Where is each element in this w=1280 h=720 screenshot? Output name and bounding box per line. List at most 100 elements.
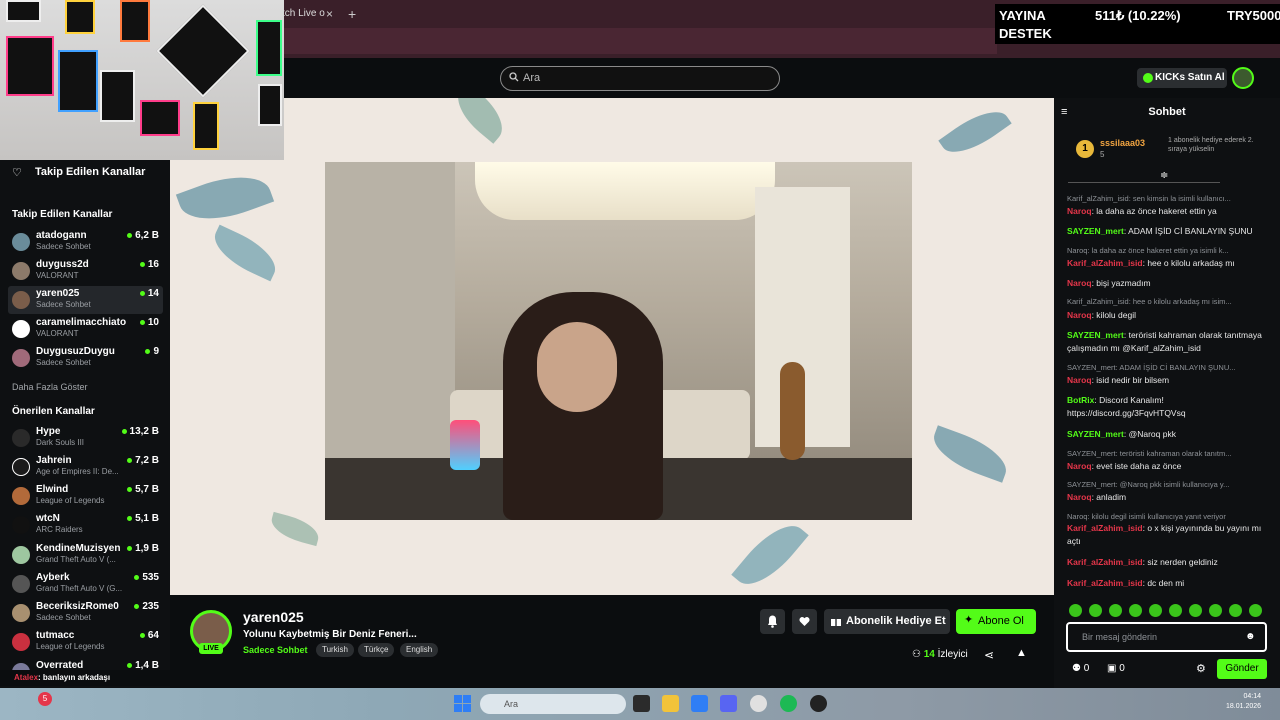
viewer-count: 9 — [145, 346, 159, 357]
poster — [120, 0, 150, 42]
user-avatar[interactable] — [1232, 67, 1254, 89]
emote-icon[interactable] — [1109, 604, 1122, 617]
sidebar-item-atadogann[interactable]: atadogann Sadece Sohbet 6,2 B — [8, 228, 163, 256]
leaf-decoration — [206, 224, 284, 282]
new-tab-icon[interactable]: + — [348, 4, 356, 24]
task-view-icon[interactable] — [633, 695, 650, 712]
gift-leaderboard: 1 sssilaaa03 5 1 abonelik hediye ederek … — [1070, 134, 1270, 176]
viewer-count: 13,2 B — [121, 426, 159, 437]
emote-icon[interactable] — [1089, 604, 1102, 617]
sidebar-item-hype[interactable]: Hype Dark Souls III 13,2 B — [8, 424, 163, 452]
avatar — [12, 262, 30, 280]
sidebar-item-yaren025[interactable]: yaren025 Sadece Sohbet 14 — [8, 286, 163, 314]
overlay-line1: YAYINA — [999, 8, 1046, 23]
report-icon[interactable]: ▲ — [1016, 647, 1027, 659]
chat-settings-gear-icon[interactable]: ⚙ — [1196, 662, 1206, 675]
chrome-icon[interactable] — [750, 695, 767, 712]
kicks-balance[interactable]: ⚉ 0 — [1072, 663, 1089, 674]
emote-icon[interactable] — [1189, 604, 1202, 617]
chat-panel — [1054, 98, 1280, 688]
emoji-icon[interactable]: ☻ — [1245, 631, 1256, 642]
follow-button[interactable] — [792, 609, 817, 634]
emote-icon[interactable] — [1249, 604, 1262, 617]
taskbar-search[interactable]: Ara — [480, 694, 626, 714]
viewer-count: 64 — [139, 630, 159, 641]
notification-bell-button[interactable] — [760, 609, 785, 634]
live-dot-icon — [134, 603, 140, 609]
sidebar-item-ayberk[interactable]: Ayberk Grand Theft Auto V (G... 535 — [8, 570, 163, 598]
poster — [140, 100, 180, 136]
avatar — [12, 546, 30, 564]
store-icon[interactable] — [691, 695, 708, 712]
live-dot-icon — [134, 574, 140, 580]
channel-category: Sadece Sohbet — [36, 242, 91, 251]
sidebar-item-beceriksizrome0[interactable]: BeceriksizRome0 Sadece Sohbet 235 — [8, 599, 163, 627]
viewer-count: 1,9 B — [127, 543, 159, 554]
show-more-link[interactable]: Daha Fazla Göster — [12, 382, 88, 392]
clock-date: 18.01.2026 — [1226, 703, 1262, 710]
chat-message: Karif_alZahim_isid: hee o kilolu arkadaş… — [1067, 258, 1235, 268]
viewer-count: 5,1 B — [127, 513, 159, 524]
leaf-decoration — [938, 100, 1012, 164]
share-icon[interactable]: ⋖ — [984, 648, 994, 662]
chat-overlay-strip: Atalex: banlayın arkadaşı — [0, 670, 362, 686]
discord-icon[interactable] — [720, 695, 737, 712]
channel-category: ARC Raiders — [36, 525, 83, 534]
tag-turkce[interactable]: Türkçe — [358, 643, 395, 657]
avatar — [12, 604, 30, 622]
leaf-decoration — [447, 98, 513, 144]
send-button[interactable]: Gönder — [1217, 659, 1267, 679]
gift-balance[interactable]: ▣ 0 — [1107, 663, 1125, 674]
spotify-icon[interactable] — [780, 695, 797, 712]
live-badge: LIVE — [199, 643, 223, 654]
chat-message: SAYZEN_mert: @Naroq pkk — [1067, 429, 1176, 439]
search-input[interactable]: Ara — [500, 66, 780, 91]
viewer-count: 7,2 B — [127, 455, 159, 466]
sidebar-item-wtcn[interactable]: wtcN ARC Raiders 5,1 B — [8, 511, 163, 539]
channel-category: Grand Theft Auto V (... — [36, 555, 116, 564]
search-icon — [509, 72, 519, 82]
system-clock[interactable]: 04:14 18.01.2026 — [1226, 692, 1261, 712]
chat-filter-icon[interactable]: ≑ — [1160, 170, 1168, 181]
sidebar-item-elwind[interactable]: Elwind League of Legends 5,7 B — [8, 482, 163, 510]
sidebar-item-duygusuzduygu[interactable]: DuygusuzDuygu Sadece Sohbet 9 — [8, 344, 163, 372]
browser-tab[interactable]: tch Live o — [282, 4, 344, 24]
emote-icon[interactable] — [1129, 604, 1142, 617]
viewer-count: 5,7 B — [127, 484, 159, 495]
tag-english[interactable]: English — [400, 643, 439, 657]
gift-icon — [831, 616, 841, 626]
channel-category: League of Legends — [36, 642, 105, 651]
channel-category: VALORANT — [36, 329, 79, 338]
emote-icon[interactable] — [1209, 604, 1222, 617]
tab-close-icon[interactable]: × — [326, 4, 333, 24]
leaf-decoration — [175, 163, 275, 233]
tag-turkish[interactable]: Turkish — [316, 643, 354, 657]
chat-message: SAYZEN_mert: ADAM İŞİD Cİ BANLAYIN ŞUNU — [1067, 226, 1253, 236]
notification-badge: 5 — [38, 692, 52, 706]
chat-message-input[interactable]: Bir mesaj gönderin — [1066, 622, 1267, 652]
emote-icon[interactable] — [1149, 604, 1162, 617]
ceiling-light — [475, 162, 775, 220]
obs-icon[interactable] — [810, 695, 827, 712]
emote-icon[interactable] — [1229, 604, 1242, 617]
avatar — [12, 458, 30, 476]
sidebar-item-kendinemuzisyen[interactable]: KendineMuzisyen Grand Theft Auto V (... … — [8, 541, 163, 569]
followed-channels-title: Takip Edilen Kanallar — [12, 209, 113, 220]
sidebar-item-jahrein[interactable]: Jahrein Age of Empires II: De... 7,2 B — [8, 453, 163, 481]
sidebar-item-tutmacc[interactable]: tutmacc League of Legends 64 — [8, 628, 163, 656]
live-dot-icon — [145, 348, 151, 354]
emote-icon[interactable] — [1069, 604, 1082, 617]
streamer-name[interactable]: yaren025 — [243, 609, 304, 625]
clock-time: 04:14 — [1243, 693, 1262, 700]
avatar — [12, 349, 30, 367]
windows-start-icon[interactable] — [454, 695, 471, 712]
chat-message: Naroq: isid nedir bir bilsem — [1067, 375, 1170, 385]
sidebar-item-caramelimacchiato[interactable]: caramelimacchiato VALORANT 10 — [8, 315, 163, 343]
sidebar-item-duyguss2d[interactable]: duyguss2d VALORANT 16 — [8, 257, 163, 285]
stream-category[interactable]: Sadece Sohbet — [243, 645, 308, 655]
live-dot-icon — [139, 319, 145, 325]
chat-message: Naroq: kilolu degil — [1067, 310, 1136, 320]
gift-subscription-button[interactable]: Abonelik Hediye Et — [824, 609, 950, 634]
file-explorer-icon[interactable] — [662, 695, 679, 712]
emote-icon[interactable] — [1169, 604, 1182, 617]
